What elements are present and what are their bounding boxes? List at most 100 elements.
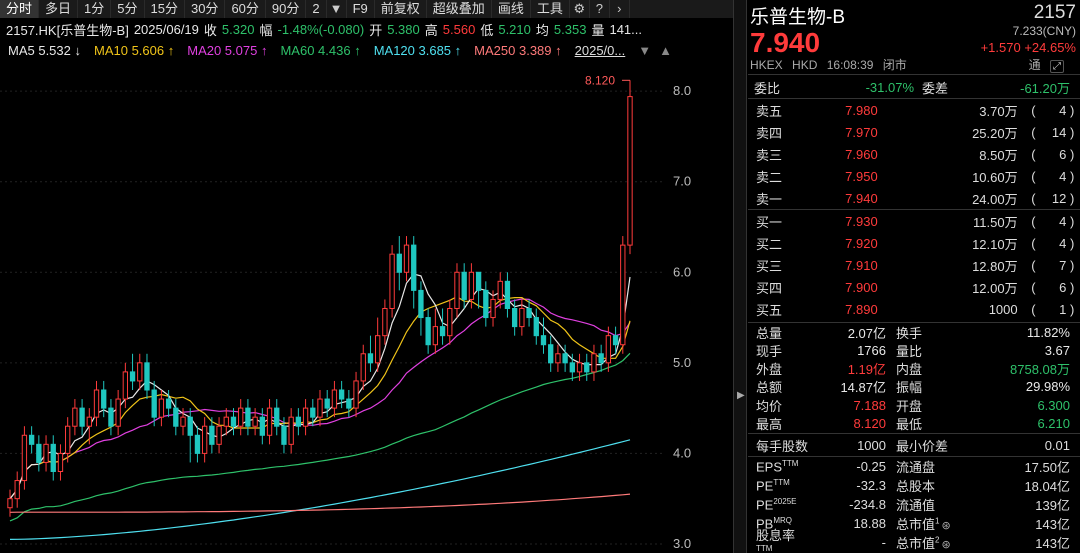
candle-body	[425, 317, 431, 346]
exchange-label: HKEX	[750, 58, 783, 72]
help-icon[interactable]: ?	[590, 0, 610, 18]
fund-label-text: 股息率	[756, 528, 796, 544]
ask-row[interactable]: 卖二 7.950 10.60万 (4)	[748, 165, 1078, 187]
period-toolbar: 分时 多日 1分 5分 15分 30分 60分 90分 2 ▼ F9 前复权 超…	[0, 0, 733, 18]
ask-level-label: 卖二	[756, 169, 783, 185]
fund-label-2: 总市值1 ⊛	[886, 514, 956, 533]
candle-body	[360, 353, 366, 382]
paren-open: (	[1031, 146, 1036, 162]
chevron-down-icon[interactable]: ▼	[327, 0, 347, 18]
fund-value-2: 17.50亿	[1024, 460, 1070, 475]
tab-5min[interactable]: 5分	[111, 0, 145, 18]
candle-body	[346, 398, 352, 409]
fund-label-sup: TTM	[782, 458, 799, 468]
bid-level-label: 买二	[756, 236, 783, 252]
candle-body	[28, 434, 35, 445]
stat-l1: 现手	[756, 343, 783, 359]
cny-price: 7.233(CNY)	[1012, 24, 1076, 38]
paren-close: )	[1070, 257, 1075, 273]
bid-row[interactable]: 买四 7.900 12.00万 (6)	[748, 276, 1078, 298]
triangle-down-icon[interactable]: ▼	[638, 43, 651, 58]
candle-body	[7, 498, 13, 509]
overlay-button[interactable]: 超级叠加	[427, 0, 492, 18]
candle-body	[317, 398, 323, 418]
tab-30min[interactable]: 30分	[185, 0, 226, 18]
kline-chart[interactable]: 8.0 7.0 6.0 5.0 4.0 3.0 8.120	[0, 60, 700, 553]
open-label: 开	[369, 22, 383, 38]
draw-line-button[interactable]: 画线	[492, 0, 531, 18]
weibi-row: 委比 -31.07% 委差 -61.20万	[748, 76, 1078, 98]
tab-more[interactable]: 2	[306, 0, 327, 18]
bid-row[interactable]: 买一 7.930 11.50万 (4)	[748, 210, 1078, 232]
paren-open: (	[1031, 168, 1036, 184]
fund-label: PETTM	[748, 478, 798, 493]
ask-level-label: 卖三	[756, 147, 783, 163]
f9-button[interactable]: F9	[347, 0, 375, 18]
bid-row[interactable]: 买五 7.890 1000 (1)	[748, 298, 1078, 320]
price-change: +1.570 +24.65%	[980, 40, 1076, 55]
panel-divider[interactable]: ▶	[733, 0, 747, 553]
chevron-right-icon[interactable]: ›	[610, 0, 630, 18]
candle-body	[367, 353, 374, 364]
tab-90min[interactable]: 90分	[266, 0, 307, 18]
candle-body	[447, 308, 453, 337]
candle-body	[382, 308, 388, 337]
candle-body	[519, 308, 525, 328]
expand-icon[interactable]: ⤢	[1050, 60, 1064, 73]
paren-close: )	[1070, 190, 1075, 206]
bid-row[interactable]: 买二 7.920 12.10万 (4)	[748, 232, 1078, 254]
ask-row[interactable]: 卖三 7.960 8.50万 (6)	[748, 143, 1078, 165]
paren-close: )	[1070, 168, 1075, 184]
avg-label: 均	[535, 22, 549, 38]
stat-v1: 1766	[857, 342, 886, 358]
ma60-line	[9, 352, 631, 522]
tab-15min[interactable]: 15分	[145, 0, 185, 18]
fundamental-row: 股息率TTM - 总市值2 ⊛ 143亿	[748, 528, 1078, 553]
paren-close: )	[1070, 102, 1075, 118]
bid-row[interactable]: 买三 7.910 12.80万 (7)	[748, 254, 1078, 276]
weicha-label: 委差	[922, 80, 949, 96]
bid-order-count: 4	[1059, 235, 1067, 251]
date-select[interactable]: 2025/0...	[575, 43, 626, 58]
candle-body	[230, 416, 237, 427]
candle-body	[324, 398, 330, 409]
info-icon[interactable]: ⊛	[941, 520, 950, 532]
bid-level-label: 买四	[756, 280, 783, 296]
triangle-up-icon[interactable]: ▲	[659, 43, 672, 58]
candle-body	[375, 335, 381, 364]
candle-body	[101, 389, 107, 409]
tools-button[interactable]: 工具	[531, 0, 570, 18]
ask-row[interactable]: 卖五 7.980 3.70万 (4)	[748, 99, 1078, 121]
candle-body	[562, 353, 568, 364]
candle-body	[403, 244, 410, 273]
bid-level-label: 买一	[756, 214, 783, 230]
candle-body	[353, 380, 359, 409]
candle-body	[223, 416, 229, 427]
stat-l2: 换手	[896, 325, 923, 341]
gear-icon[interactable]: ⚙	[570, 0, 590, 18]
tab-60min[interactable]: 60分	[225, 0, 266, 18]
tab-multiday[interactable]: 多日	[39, 0, 79, 18]
candle-body	[533, 317, 539, 337]
tab-timeshare[interactable]: 分时	[0, 0, 40, 18]
ma250-legend: MA250 3.389 ↑	[474, 42, 562, 58]
ask-row[interactable]: 卖一 7.940 24.00万 (12)	[748, 187, 1078, 209]
stat-v1: 7.188	[853, 397, 886, 413]
close-label: 收	[203, 22, 217, 38]
bid-price: 7.900	[845, 279, 878, 295]
ask-row[interactable]: 卖四 7.970 25.20万 (14)	[748, 121, 1078, 143]
stat-row: 外盘 1.19亿 内盘 8758.08万	[748, 360, 1078, 378]
max-price-label: 8.120	[585, 73, 615, 87]
fund-value: -234.8	[849, 497, 886, 512]
market-meta: HKEX HKD 16:08:39 闭市 通 ⤢	[750, 56, 1076, 73]
fund-label-2-text: 总股本	[896, 479, 936, 494]
info-icon[interactable]: ⊛	[941, 539, 950, 551]
fund-label: PE2025E	[748, 497, 798, 512]
ma250-line	[9, 493, 631, 513]
candle-body	[411, 244, 417, 291]
candle-body	[511, 308, 518, 328]
fuquan-button[interactable]: 前复权	[375, 0, 427, 18]
status-label: 闭市	[882, 58, 907, 72]
tab-1min[interactable]: 1分	[78, 0, 112, 18]
collapse-arrow-icon[interactable]: ▶	[737, 390, 745, 401]
